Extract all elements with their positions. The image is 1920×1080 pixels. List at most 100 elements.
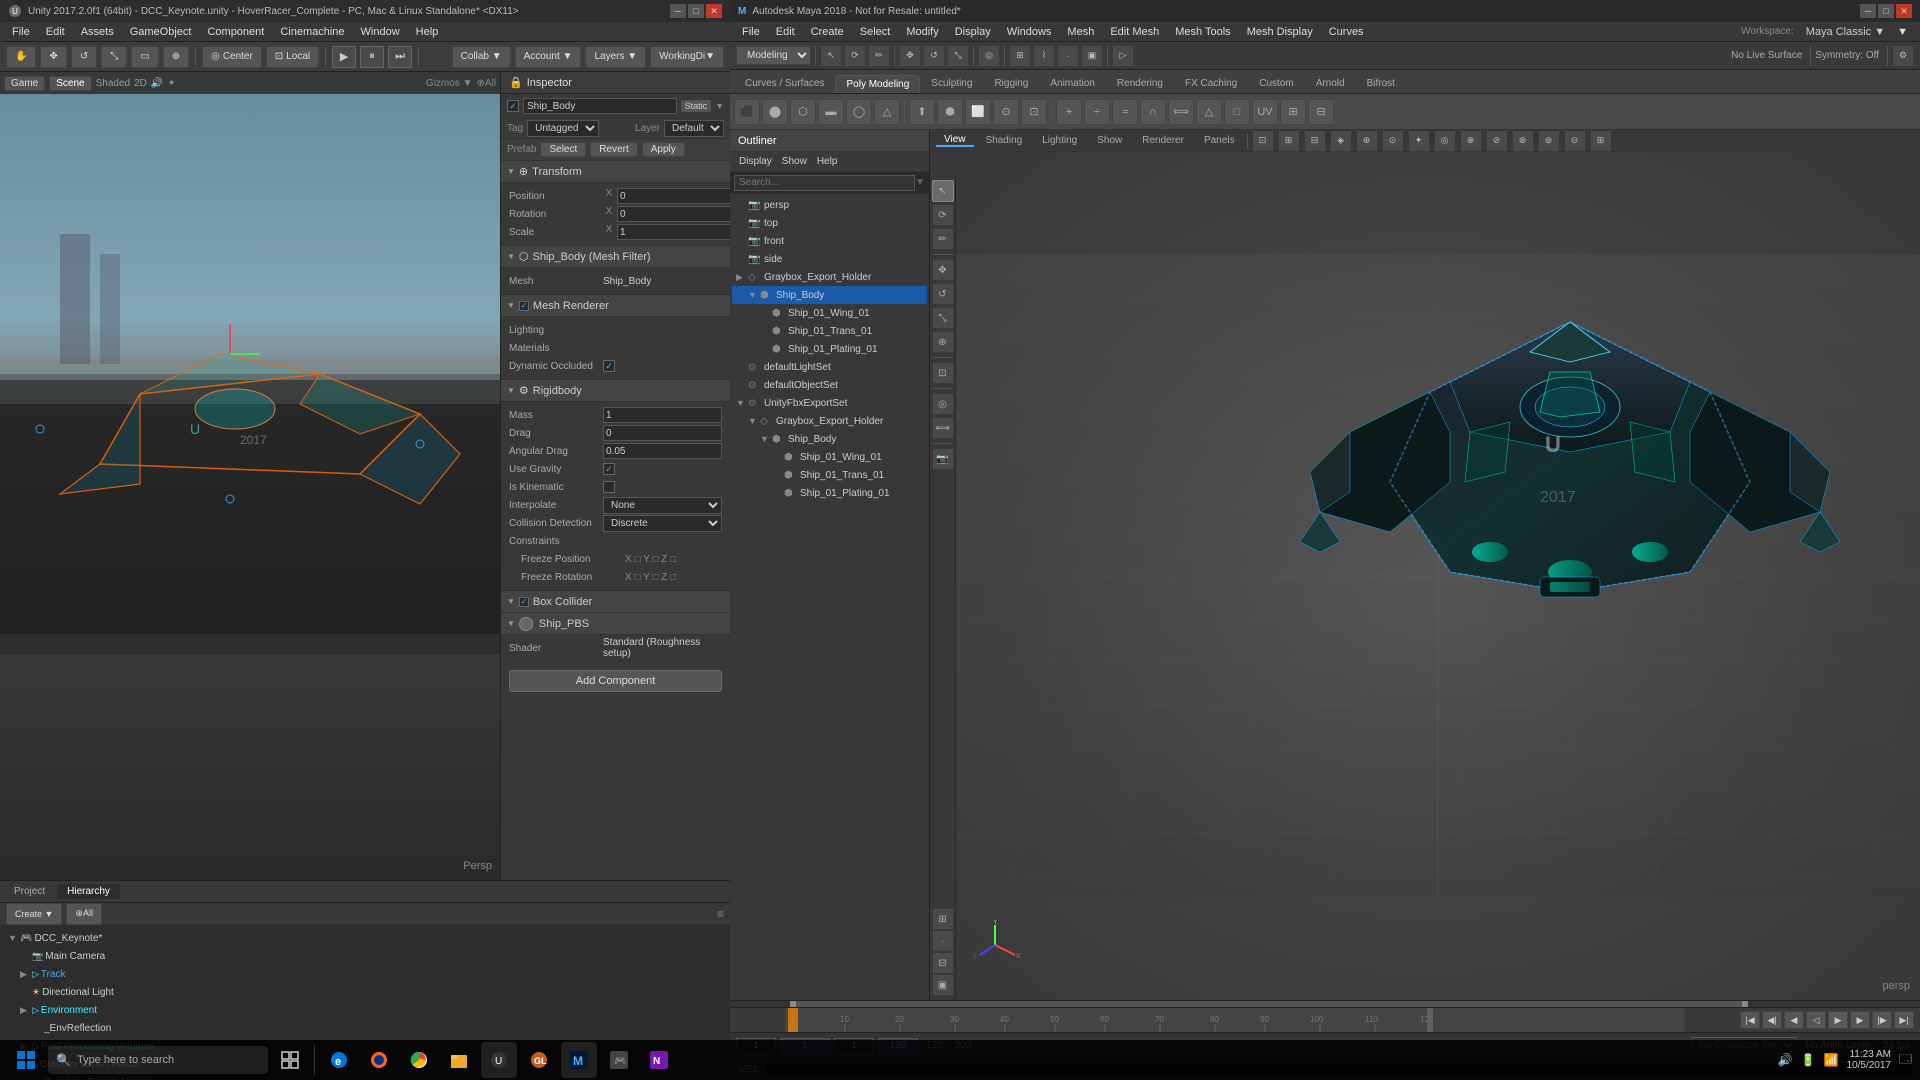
maximize-button[interactable]: □ xyxy=(688,4,704,18)
rotate-tool[interactable]: ↺ xyxy=(71,46,97,68)
menu-assets[interactable]: Assets xyxy=(73,26,122,38)
is-kinematic-toggle[interactable] xyxy=(603,481,615,493)
side-soft-sel[interactable]: ◎ xyxy=(932,393,954,415)
taskbar-app-firefox[interactable] xyxy=(361,1042,397,1078)
out-default-light-set[interactable]: ⊙ defaultLightSet xyxy=(732,358,927,376)
tab-fx-caching[interactable]: FX Caching xyxy=(1174,74,1248,93)
shelf-quadrangulate[interactable]: □ xyxy=(1224,99,1250,125)
shelf-extrude[interactable]: ⬆ xyxy=(909,99,935,125)
audio-toggle[interactable]: 🔊 xyxy=(151,78,163,89)
side-rotate-tool[interactable]: ↺ xyxy=(932,283,954,305)
collab-button[interactable]: Collab ▼ xyxy=(452,46,511,68)
shelf-merge[interactable]: ⊙ xyxy=(993,99,1019,125)
shelf-torus[interactable]: ◯ xyxy=(846,99,872,125)
maya-menu-select[interactable]: Select xyxy=(852,26,899,38)
tab-custom[interactable]: Custom xyxy=(1248,74,1304,93)
menu-component[interactable]: Component xyxy=(199,26,272,38)
maya-menu-windows[interactable]: Windows xyxy=(999,26,1060,38)
maya-menu-edit[interactable]: Edit xyxy=(768,26,803,38)
shelf-layout[interactable]: ⊟ xyxy=(1308,99,1334,125)
snap-point[interactable]: · xyxy=(1057,45,1079,67)
hier-environment[interactable]: ▶ ▷ Environment xyxy=(4,1001,726,1019)
out-persp[interactable]: 📷 persp xyxy=(732,196,927,214)
next-frame-button[interactable]: ▶ xyxy=(1850,1011,1870,1029)
tab-animation[interactable]: Animation xyxy=(1039,74,1105,93)
layer-select[interactable]: Default xyxy=(664,120,724,137)
gizmo-dropdown[interactable]: Gizmos ▼ xyxy=(426,78,473,89)
maya-3d-viewport[interactable]: ↖ ⟳ ✏ ✥ ↺ ⤡ ⊕ ⊡ ◎ ⟺ 📷 ⊞ xyxy=(930,152,1920,1000)
taskbar-app-unity[interactable]: U xyxy=(481,1042,517,1078)
side-camera[interactable]: 📷 xyxy=(932,448,954,470)
next-key-button[interactable]: |▶ xyxy=(1872,1011,1892,1029)
shelf-boolean[interactable]: ∩ xyxy=(1140,99,1166,125)
render-tab-lighting[interactable]: Lighting xyxy=(1034,135,1085,146)
space-dropdown[interactable]: ⊡ Local xyxy=(266,46,319,68)
side-lasso-tool[interactable]: ⟳ xyxy=(932,204,954,226)
create-button[interactable]: Create ▼ xyxy=(6,903,62,925)
out-gbh2[interactable]: ▼ ◇ Graybox_Export_Holder xyxy=(732,412,927,430)
system-clock[interactable]: 11:23 AM 10/5/2017 xyxy=(1846,1049,1891,1071)
pos-x-input[interactable] xyxy=(617,188,730,204)
outliner-menu-show[interactable]: Show xyxy=(777,156,812,167)
add-component-button[interactable]: Add Component xyxy=(509,670,722,692)
taskbar-app-gimp[interactable]: GL xyxy=(521,1042,557,1078)
out-default-object-set[interactable]: ⊙ defaultObjectSet xyxy=(732,376,927,394)
task-view-button[interactable] xyxy=(272,1042,308,1078)
pause-button[interactable]: ⏸ xyxy=(360,46,384,68)
menu-help[interactable]: Help xyxy=(408,26,447,38)
out-top[interactable]: 📷 top xyxy=(732,214,927,232)
out-side[interactable]: 📷 side xyxy=(732,250,927,268)
shelf-bridge[interactable]: ⬜ xyxy=(965,99,991,125)
vp-icon-8[interactable]: ◎ xyxy=(1434,130,1456,152)
taskbar-app-explorer[interactable] xyxy=(441,1042,477,1078)
taskbar-app-maya[interactable]: M xyxy=(561,1042,597,1078)
scene-root-item[interactable]: ▼ 🎮 DCC_Keynote* xyxy=(4,929,726,947)
angular-drag-input[interactable] xyxy=(603,443,722,459)
shelf-triangulate[interactable]: △ xyxy=(1196,99,1222,125)
mode-select[interactable]: Modeling xyxy=(736,46,811,65)
paint-tool[interactable]: ✏ xyxy=(868,45,890,67)
shelf-plane[interactable]: ▬ xyxy=(818,99,844,125)
render-tab-renderer[interactable]: Renderer xyxy=(1134,135,1192,146)
mesh-renderer-header[interactable]: ▼ ✓ Mesh Renderer xyxy=(501,295,730,317)
out-sb2[interactable]: ▼ ⬢ Ship_Body xyxy=(732,430,927,448)
workspace-expand[interactable]: ▼ xyxy=(1889,26,1916,38)
layout-dropdown[interactable]: WorkingDi▼ xyxy=(650,46,724,68)
game-tab[interactable]: Game xyxy=(4,76,45,91)
vp-icon-12[interactable]: ⊜ xyxy=(1538,130,1560,152)
object-active-toggle[interactable]: ✓ xyxy=(507,100,519,112)
out-ship-plating[interactable]: ⬢ Ship_01_Plating_01 xyxy=(732,340,927,358)
move-tool-m[interactable]: ✥ xyxy=(899,45,921,67)
go-start-button[interactable]: |◀ xyxy=(1740,1011,1760,1029)
shelf-separate[interactable]: ÷ xyxy=(1084,99,1110,125)
menu-window[interactable]: Window xyxy=(353,26,408,38)
maya-menu-mesh-display[interactable]: Mesh Display xyxy=(1239,26,1321,38)
layers-button[interactable]: Layers ▼ xyxy=(585,46,646,68)
static-arrow[interactable]: ▼ xyxy=(715,101,724,111)
shelf-uv-editor[interactable]: UV xyxy=(1252,99,1278,125)
vp-icon-14[interactable]: ⊞ xyxy=(1590,130,1612,152)
vp-icon-13[interactable]: ⊝ xyxy=(1564,130,1586,152)
prefab-select-btn[interactable]: Select xyxy=(540,142,586,157)
collision-select[interactable]: Discrete xyxy=(603,515,722,532)
vp-icon-5[interactable]: ⊕ xyxy=(1356,130,1378,152)
out-ship-trans[interactable]: ⬢ Ship_01_Trans_01 xyxy=(732,322,927,340)
side-scale-tool[interactable]: ⤡ xyxy=(932,307,954,329)
scene-view[interactable]: Game Scene Shaded 2D 🔊 ✦ Gizmos ▼ ⊕All xyxy=(0,72,500,880)
prev-key-button[interactable]: ◀| xyxy=(1762,1011,1782,1029)
out-sp2[interactable]: ⬢ Ship_01_Plating_01 xyxy=(732,484,927,502)
rotate-tool-m[interactable]: ↺ xyxy=(923,45,945,67)
snap-curve[interactable]: ⌇ xyxy=(1033,45,1055,67)
prefab-apply-btn[interactable]: Apply xyxy=(642,142,685,157)
tab-bifrost[interactable]: Bifrost xyxy=(1356,74,1406,93)
fx-toggle[interactable]: ✦ xyxy=(167,78,175,89)
maya-menu-file[interactable]: File xyxy=(734,26,768,38)
shelf-mirror[interactable]: ⟺ xyxy=(1168,99,1194,125)
play-forward-button[interactable]: ▶ xyxy=(1828,1011,1848,1029)
shelf-unfold[interactable]: ⊞ xyxy=(1280,99,1306,125)
taskbar-app-game[interactable]: 🎮 xyxy=(601,1042,637,1078)
outliner-menu-help[interactable]: Help xyxy=(812,156,843,167)
maya-menu-create[interactable]: Create xyxy=(803,26,852,38)
hier-env-reflection[interactable]: _EnvReflection xyxy=(4,1019,726,1037)
outliner-search-input[interactable] xyxy=(734,175,915,191)
